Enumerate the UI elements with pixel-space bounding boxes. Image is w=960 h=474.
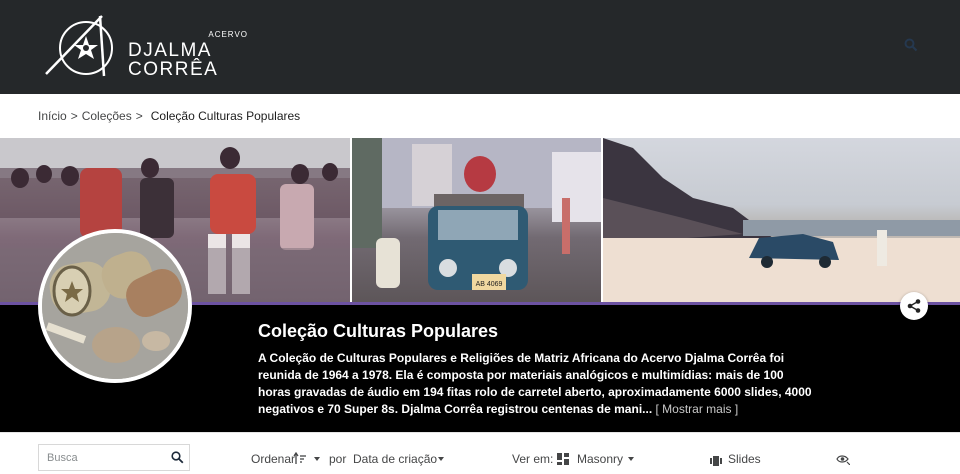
sort-by-label: por xyxy=(329,452,347,466)
site-logo[interactable]: ACERVO DJALMA CORRÊA xyxy=(44,14,247,80)
banner-photo-car: AB 4069 xyxy=(352,138,601,304)
sort-direction-caret-icon[interactable] xyxy=(314,457,320,461)
breadcrumb-home-link[interactable]: Início xyxy=(38,109,67,123)
sort-label: Ordenar xyxy=(251,452,296,466)
items-search-box xyxy=(38,444,190,471)
view-mode-select[interactable]: Masonry xyxy=(577,452,623,466)
share-button[interactable] xyxy=(900,292,928,320)
exposers-icon[interactable] xyxy=(836,452,851,470)
breadcrumb-separator: > xyxy=(70,109,78,123)
header-search-icon[interactable] xyxy=(904,38,918,52)
share-icon xyxy=(907,299,921,313)
masonry-icon[interactable] xyxy=(557,452,569,470)
collection-title: Coleção Culturas Populares xyxy=(258,321,499,341)
sort-direction-icon[interactable] xyxy=(293,451,307,470)
view-mode-caret-icon[interactable] xyxy=(628,457,634,461)
sort-field-caret-icon[interactable] xyxy=(438,457,444,461)
license-plate: AB 4069 xyxy=(476,281,503,288)
slides-button[interactable]: Slides xyxy=(728,452,761,466)
breadcrumb: Início > Coleções > Coleção Culturas Popular… xyxy=(38,109,300,123)
breadcrumb-collections-link[interactable]: Coleções xyxy=(82,109,132,123)
search-icon[interactable] xyxy=(171,451,184,469)
star-logo-icon xyxy=(45,15,113,77)
slides-icon[interactable] xyxy=(710,453,722,471)
show-more-link[interactable]: [ Mostrar mais ] xyxy=(656,402,739,416)
items-search-input[interactable] xyxy=(39,445,163,470)
view-mode-label: Ver em: xyxy=(512,452,554,466)
breadcrumb-current: Coleção Culturas Populares xyxy=(150,109,301,123)
breadcrumb-separator: > xyxy=(135,109,143,123)
logo-small-text: ACERVO xyxy=(208,30,248,39)
site-header: ACERVO DJALMA CORRÊA xyxy=(0,0,960,94)
banner-photo-beach xyxy=(603,138,960,304)
logo-name-line2: CORRÊA xyxy=(128,59,219,80)
collection-thumbnail xyxy=(38,229,192,383)
collection-description: A Coleção de Culturas Populares e Religi… xyxy=(258,350,818,418)
sort-field-select[interactable]: Data de criação xyxy=(353,452,437,466)
